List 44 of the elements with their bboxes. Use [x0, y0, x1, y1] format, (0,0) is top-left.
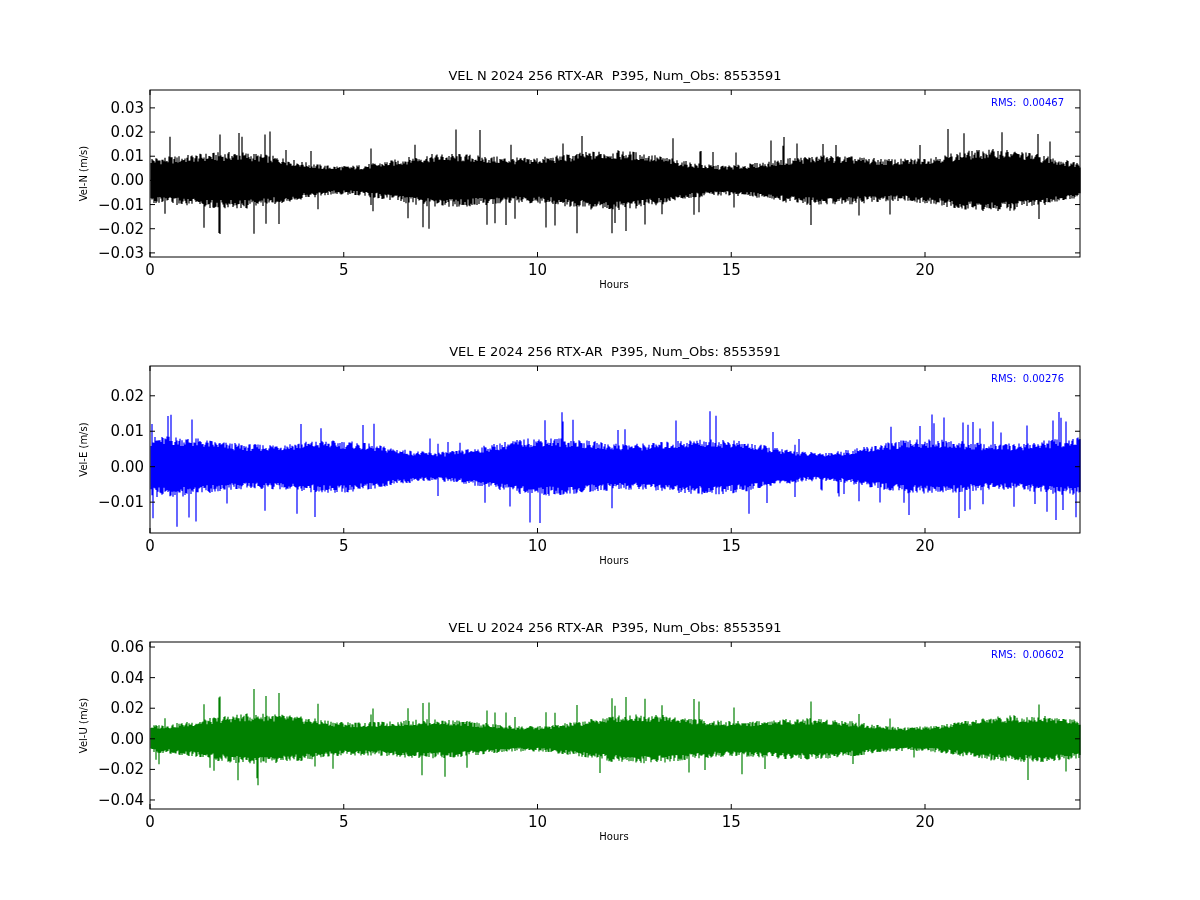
tick-label: 15 — [721, 261, 741, 279]
axis-label: Hours — [599, 555, 629, 566]
rms-label: RMS: 0.00467 — [991, 97, 1064, 108]
tick-label: 10 — [527, 537, 548, 555]
axis-label: Vel-U (m/s) — [78, 697, 89, 754]
tick-label: 15 — [721, 537, 741, 555]
tick-label: 10 — [527, 813, 548, 831]
tick-label: 0 — [145, 261, 155, 279]
tick-label: 10 — [527, 261, 548, 279]
axis-label: Hours — [599, 831, 629, 842]
tick-label: 15 — [721, 813, 741, 831]
tick-label: 20 — [915, 537, 935, 555]
tick-label: 0.02 — [110, 123, 144, 142]
chart-title: VEL E 2024 256 RTX-AR P395, Num_Obs: 8553591 — [449, 344, 781, 359]
rms-label: RMS: 0.00602 — [991, 649, 1064, 660]
chart-title: VEL U 2024 256 RTX-AR P395, Num_Obs: 8553591 — [448, 620, 782, 635]
tick-label: 0.00 — [110, 457, 144, 476]
tick-label: −0.04 — [98, 791, 144, 809]
axis-label: Hours — [599, 279, 629, 290]
tick-label: 0.03 — [110, 98, 144, 117]
tick-label: 0.01 — [110, 422, 144, 441]
tick-label: −0.01 — [98, 493, 144, 512]
tick-label: 0.01 — [110, 147, 144, 166]
tick-label: 20 — [915, 261, 935, 279]
tick-label: −0.02 — [98, 760, 144, 779]
tick-label: −0.01 — [98, 195, 144, 214]
tick-label: 0.04 — [110, 668, 144, 687]
axis-label: Vel-N (m/s) — [78, 145, 89, 202]
axis-label: Vel-E (m/s) — [78, 422, 89, 477]
rms-label: RMS: 0.00276 — [991, 373, 1064, 384]
tick-label: −0.02 — [98, 219, 144, 238]
tick-label: 0 — [145, 537, 155, 555]
tick-label: 0.00 — [110, 729, 144, 748]
chart-title: VEL N 2024 256 RTX-AR P395, Num_Obs: 8553591 — [448, 68, 782, 83]
tick-label: 0.00 — [110, 171, 144, 190]
tick-label: 5 — [339, 813, 349, 831]
tick-label: −0.03 — [98, 243, 144, 262]
tick-label: 5 — [339, 261, 349, 279]
tick-label: 0.02 — [110, 386, 144, 405]
tick-label: 5 — [339, 537, 349, 555]
tick-label: 0.02 — [110, 699, 144, 718]
tick-label: 20 — [915, 813, 935, 831]
tick-label: 0 — [145, 813, 155, 831]
tick-label: 0.06 — [110, 638, 144, 657]
